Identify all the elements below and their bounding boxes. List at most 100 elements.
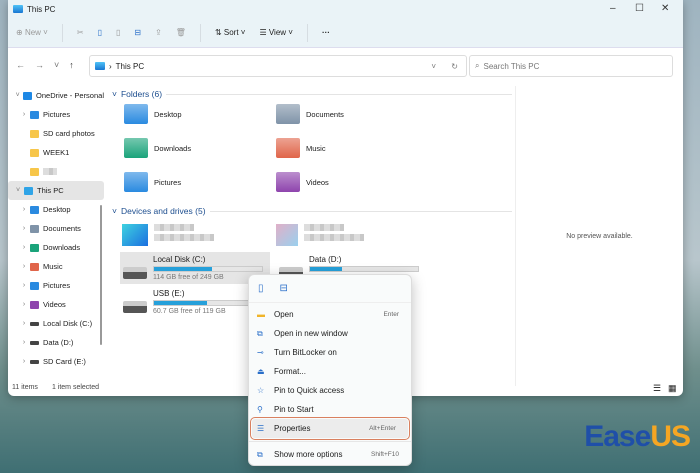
chevron-right-icon[interactable]: ›	[18, 225, 30, 232]
minimize-button[interactable]: –	[610, 3, 616, 14]
more-button[interactable]: ···	[322, 28, 330, 37]
pictures-icon	[30, 110, 39, 119]
menu-item-label: Format...	[274, 367, 307, 376]
folder-tile[interactable]: Music	[276, 138, 326, 158]
sidebar-item[interactable]: ˅ This PC	[8, 181, 104, 200]
chevron-down-icon[interactable]: ˅	[12, 92, 23, 99]
menu-item-open-in-new-window[interactable]: ⧉ Open in new window	[249, 324, 411, 343]
forward-icon[interactable]: →	[35, 60, 44, 70]
sidebar-item[interactable]: › Pictures	[8, 276, 104, 295]
drive-icon	[30, 359, 39, 364]
drive-usage-bar	[153, 300, 263, 306]
menu-item-label: Open	[274, 310, 294, 319]
chevron-right-icon[interactable]: ›	[18, 244, 30, 251]
search-icon: ⌕	[475, 61, 480, 70]
paste-icon[interactable]: ▯	[116, 28, 120, 37]
blurred-label	[304, 224, 344, 231]
sort-button[interactable]: ⇅ Sort ˅	[215, 28, 246, 37]
up-icon[interactable]: ↑	[69, 60, 74, 70]
sidebar-item-label: Videos	[43, 300, 66, 309]
context-menu: ▯ ⊟ ▬ Open Enter ⧉ Open in new window ⊸ Turn B…	[248, 274, 412, 466]
drives-section-header[interactable]: ˅ Devices and drives (5)	[112, 206, 512, 216]
copy-icon[interactable]: ▯	[98, 28, 102, 37]
cut-icon[interactable]: ✂	[77, 28, 84, 37]
folders-section-header[interactable]: ˅ Folders (6)	[112, 89, 512, 99]
folder-tile[interactable]: Downloads	[124, 138, 191, 158]
menu-item-open[interactable]: ▬ Open Enter	[249, 305, 411, 324]
chevron-right-icon[interactable]: ›	[18, 282, 30, 289]
sidebar-item[interactable]: › Videos	[8, 295, 104, 314]
sidebar-item[interactable]: SD card photos	[8, 124, 104, 143]
sidebar-item[interactable]: › Music	[8, 257, 104, 276]
sidebar-item[interactable]: WEEK1	[8, 143, 104, 162]
breadcrumb[interactable]: This PC	[116, 62, 144, 71]
folder-tile[interactable]: Documents	[276, 104, 344, 124]
sidebar-item[interactable]	[8, 162, 104, 181]
chevron-right-icon[interactable]: ›	[18, 301, 30, 308]
sidebar-item[interactable]: › Data (D:)	[8, 333, 104, 352]
menu-item-pin-to-quick-access[interactable]: ☆ Pin to Quick access	[249, 381, 411, 400]
videos-folder-icon	[276, 172, 300, 192]
command-bar: ⊕ New ˅ ✂ ▯ ▯ ⊟ ⇪ 🗑 ⇅ Sort ˅ ☰ View ˅ ··…	[8, 18, 683, 48]
folder-tile[interactable]: Desktop	[124, 104, 182, 124]
documents-folder-icon	[276, 104, 300, 124]
status-bar: 11 items 1 item selected	[12, 384, 99, 391]
recent-icon[interactable]: ˅	[54, 60, 59, 70]
sidebar-item-label: Documents	[43, 224, 81, 233]
blurred-device-item[interactable]	[276, 224, 364, 246]
desktop-folder-icon	[124, 104, 148, 124]
copy-icon[interactable]: ▯	[258, 283, 264, 294]
share-icon[interactable]: ⇪	[155, 28, 162, 37]
chevron-right-icon[interactable]: ›	[18, 206, 30, 213]
rename-icon[interactable]: ⊟	[280, 283, 288, 294]
device-icon	[276, 224, 298, 246]
sidebar-item[interactable]: › Downloads	[8, 238, 104, 257]
new-button[interactable]: ⊕ New ˅	[16, 28, 48, 37]
refresh-icon[interactable]: ↻	[451, 62, 458, 71]
chevron-down-icon[interactable]: ˅	[431, 62, 436, 71]
menu-item-label: Properties	[274, 424, 311, 433]
this-pc-icon	[13, 5, 23, 13]
address-bar[interactable]: › This PC ˅ ↻	[89, 55, 467, 77]
music-folder-icon	[276, 138, 300, 158]
sidebar-item[interactable]: › SD Card (E:)	[8, 352, 104, 371]
rename-icon[interactable]: ⊟	[134, 28, 141, 37]
menu-item-format[interactable]: ⏏ Format...	[249, 362, 411, 381]
chevron-right-icon[interactable]: ›	[18, 358, 30, 365]
folder-tile[interactable]: Videos	[276, 172, 329, 192]
menu-item-properties[interactable]: ☰ Properties Alt+Enter	[250, 417, 410, 440]
sidebar-item[interactable]: ˅ OneDrive - Personal	[8, 86, 104, 105]
menu-item-show-more-options[interactable]: ⧉ Show more options Shift+F10	[249, 445, 411, 464]
drive-icon	[123, 301, 147, 313]
search-input[interactable]: ⌕ Search This PC	[469, 55, 673, 77]
chevron-right-icon[interactable]: ›	[18, 320, 30, 327]
sidebar-item[interactable]: › Pictures	[8, 105, 104, 124]
folder-tile[interactable]: Pictures	[124, 172, 181, 192]
drive-icon	[30, 340, 39, 345]
view-button[interactable]: ☰ View ˅	[259, 28, 293, 37]
device-icon	[122, 224, 148, 246]
blurred-device-item[interactable]	[122, 224, 214, 246]
chevron-down-icon[interactable]: ˅	[12, 187, 24, 194]
close-button[interactable]: ✕	[661, 3, 669, 14]
folder-label: Music	[306, 143, 326, 153]
sidebar-item[interactable]: › Desktop	[8, 200, 104, 219]
sidebar-item-label: SD card photos	[43, 129, 95, 138]
selection-count: 1 item selected	[51, 384, 100, 391]
drive-usage-bar	[153, 266, 263, 272]
chevron-right-icon[interactable]: ›	[18, 111, 30, 118]
chevron-right-icon[interactable]: ›	[18, 263, 30, 270]
menu-item-pin-to-start[interactable]: ⚲ Pin to Start	[249, 400, 411, 419]
sidebar-item[interactable]: › Documents	[8, 219, 104, 238]
sidebar-scrollbar[interactable]	[100, 205, 102, 345]
chevron-right-icon[interactable]: ›	[18, 339, 30, 346]
details-view-icon[interactable]: ☰	[653, 383, 661, 394]
sidebar-item[interactable]: › Local Disk (C:)	[8, 314, 104, 333]
maximize-button[interactable]: ☐	[635, 3, 644, 14]
delete-icon[interactable]: 🗑	[176, 28, 186, 37]
menu-item-turn-bitlocker-on[interactable]: ⊸ Turn BitLocker on	[249, 343, 411, 362]
easeus-logo: EaseUS	[584, 420, 691, 454]
tiles-view-icon[interactable]: ▦	[668, 383, 677, 394]
back-icon[interactable]: ←	[16, 60, 25, 70]
blurred-label	[154, 224, 194, 231]
